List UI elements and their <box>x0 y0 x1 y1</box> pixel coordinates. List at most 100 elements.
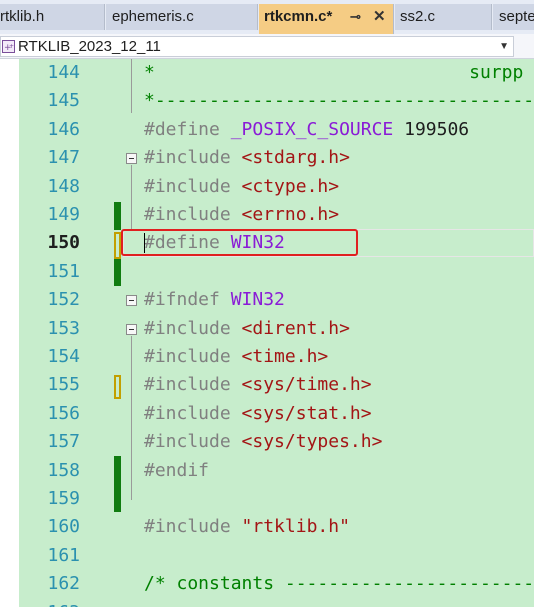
project-icon: + + <box>2 40 15 53</box>
code-line[interactable]: 152 #ifndef WIN32 <box>0 286 534 314</box>
code-token: #include <box>144 431 242 453</box>
tab-label: ephemeris.c <box>112 8 194 25</box>
line-number: 148 <box>47 175 80 197</box>
line-number: 157 <box>47 431 80 453</box>
line-code: *--------------------------------------- <box>144 87 534 115</box>
code-line[interactable]: 163 <box>0 599 534 607</box>
code-line[interactable]: 147 #include <stdarg.h> <box>0 144 534 172</box>
navigation-bar: + + RTKLIB_2023_12_11 ▼ <box>0 34 534 59</box>
line-number: 145 <box>47 90 80 112</box>
code-editor[interactable]: 144 * surpp 145 *--------------------------… <box>0 59 534 607</box>
code-token: WIN32 <box>230 289 285 311</box>
line-code: #include <sys/types.h> <box>144 428 382 456</box>
line-code: #include <errno.h> <box>144 201 339 229</box>
code-line[interactable]: 159 <box>0 485 534 513</box>
pin-icon[interactable]: ⊸ <box>350 4 361 30</box>
chevron-down-icon[interactable]: ▼ <box>499 37 509 57</box>
code-line[interactable]: 155 #include <sys/time.h> <box>0 371 534 399</box>
line-code: #define _POSIX_C_SOURCE 199506 <box>144 116 469 144</box>
line-number: 153 <box>47 317 80 339</box>
tab-label: rtkcmn.c* <box>264 8 333 25</box>
project-dropdown[interactable]: + + RTKLIB_2023_12_11 ▼ <box>0 36 514 57</box>
line-number: 144 <box>47 62 80 83</box>
line-code: #include <stdarg.h> <box>144 144 350 172</box>
code-line[interactable]: 161 <box>0 542 534 570</box>
code-token: <sys/types.h> <box>241 431 383 453</box>
code-token: /* constants ---------------------------… <box>144 573 534 595</box>
code-token: #include <box>144 204 242 225</box>
line-number: 158 <box>47 459 80 481</box>
line-number: 159 <box>47 488 80 509</box>
code-token: #include <box>144 374 242 396</box>
line-number: 146 <box>47 118 80 140</box>
tab-septe[interactable]: septe <box>493 4 534 30</box>
code-line[interactable]: 149 #include <errno.h> <box>0 201 534 229</box>
code-line[interactable]: 157 #include <sys/types.h> <box>0 428 534 456</box>
line-code: * surpp <box>144 59 523 87</box>
code-token: #include <box>144 317 242 339</box>
code-token: "rtklib.h" <box>241 516 350 538</box>
line-number: 154 <box>47 346 80 367</box>
code-token: <stdarg.h> <box>241 147 350 169</box>
code-token: <ctype.h> <box>241 175 340 197</box>
tab-label: rtklib.h <box>0 8 45 25</box>
code-token: *--------------------------------------- <box>144 90 534 112</box>
code-token: #include <box>144 516 242 538</box>
line-code: #include <dirent.h> <box>144 315 350 343</box>
code-token: #include <box>144 147 242 169</box>
code-token: <time.h> <box>241 346 329 367</box>
line-code: /* constants ---------------------------… <box>144 570 534 598</box>
tab-rtklib-h[interactable]: rtklib.h <box>0 4 105 30</box>
code-line[interactable]: 158 #endif <box>0 457 534 485</box>
tab-label: septe <box>499 8 534 25</box>
code-token: <sys/time.h> <box>241 374 372 396</box>
project-name: RTKLIB_2023_12_11 <box>18 38 161 55</box>
code-token: #include <box>144 346 242 367</box>
line-number: 151 <box>47 260 80 282</box>
line-code: #endif <box>144 457 209 485</box>
line-code: #ifndef WIN32 <box>144 286 285 314</box>
line-number: 163 <box>0 599 80 607</box>
close-icon[interactable]: ✕ <box>373 4 386 30</box>
tab-ss2-c[interactable]: ss2.c <box>395 4 492 30</box>
code-token: <errno.h> <box>241 204 340 225</box>
code-line[interactable]: 146 #define _POSIX_C_SOURCE 199506 <box>0 116 534 144</box>
code-line[interactable]: 162 /* constants ------------------------… <box>0 570 534 598</box>
code-line[interactable]: 153 #include <dirent.h> <box>0 315 534 343</box>
code-token: _POSIX_C_SOURCE <box>230 118 394 140</box>
text-caret <box>144 233 145 253</box>
code-token: #ifndef <box>144 289 231 311</box>
code-line[interactable]: 160 #include "rtklib.h" <box>0 513 534 541</box>
code-line[interactable]: 145 *------------------------------------… <box>0 87 534 115</box>
line-number: 150 <box>47 232 80 254</box>
line-code: #include <sys/stat.h> <box>144 400 372 428</box>
line-code: #include <sys/time.h> <box>144 371 372 399</box>
line-code: #include <time.h> <box>144 343 328 371</box>
tab-label: ss2.c <box>400 8 436 25</box>
line-number: 156 <box>47 402 80 424</box>
line-number: 162 <box>47 573 80 595</box>
line-number: 161 <box>47 544 80 566</box>
svg-text:+: + <box>9 43 14 50</box>
code-token: <dirent.h> <box>241 317 350 339</box>
document-tab-strip: rtklib.h ephemeris.c rtkcmn.c* ⊸ ✕ ss2.c… <box>0 0 534 34</box>
code-token: 199506 <box>393 118 470 140</box>
annotation-highlight-box <box>121 229 358 256</box>
code-token: #include <box>144 402 242 424</box>
code-token: <sys/stat.h> <box>241 402 372 424</box>
line-code: #include <ctype.h> <box>144 173 339 201</box>
code-token: #define <box>144 118 231 140</box>
line-number: 160 <box>47 516 80 538</box>
line-number: 152 <box>47 289 80 311</box>
tab-ephemeris-c[interactable]: ephemeris.c <box>106 4 258 30</box>
code-line[interactable]: 151 <box>0 258 534 286</box>
line-number: 149 <box>47 204 80 225</box>
line-number: 155 <box>47 374 80 396</box>
code-line[interactable]: 156 #include <sys/stat.h> <box>0 400 534 428</box>
code-line[interactable]: 144 * surpp <box>0 59 534 87</box>
code-line[interactable]: 154 #include <time.h> <box>0 343 534 371</box>
tab-rtkcmn-c[interactable]: rtkcmn.c* ⊸ ✕ <box>259 4 394 34</box>
code-token: #include <box>144 175 242 197</box>
code-token: #endif <box>144 459 210 481</box>
code-line[interactable]: 148 #include <ctype.h> <box>0 173 534 201</box>
